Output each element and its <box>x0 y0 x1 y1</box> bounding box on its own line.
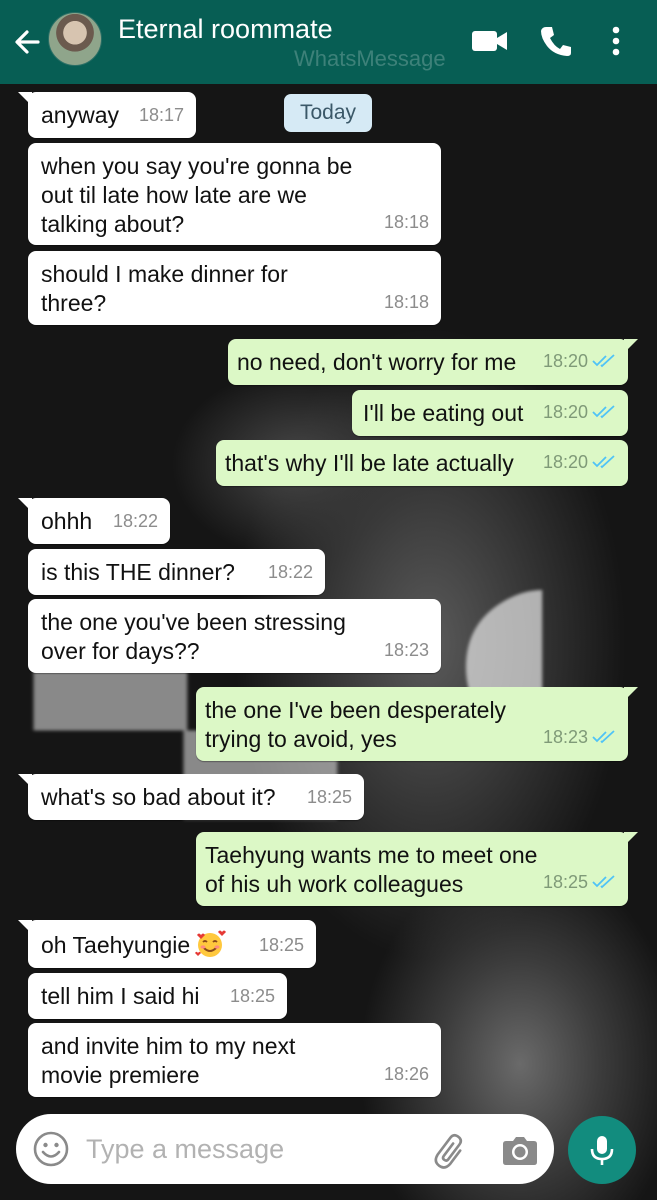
message-time: 18:22 <box>112 511 158 531</box>
message-time: 18:20 <box>542 402 588 423</box>
outgoing-message[interactable]: that's why I'll be late actually 18:20 <box>216 440 628 486</box>
read-ticks-icon <box>592 449 616 478</box>
message-meta: 18:20 <box>543 398 616 428</box>
phone-call-icon[interactable] <box>538 22 574 60</box>
message-text: and invite him to my next movie premiere <box>41 1033 296 1088</box>
date-separator: Today <box>284 94 372 132</box>
bubble-tail <box>18 498 32 512</box>
smiling-face-with-hearts-icon <box>194 929 227 959</box>
incoming-message[interactable]: what's so bad about it? 18:25 <box>18 774 364 820</box>
incoming-message[interactable]: oh Taehyungie 18:25 <box>18 920 316 968</box>
incoming-message[interactable]: tell him I said hi 18:25 <box>28 973 287 1019</box>
bubble-tail <box>18 920 32 934</box>
watermark: WhatsMessage <box>294 46 446 71</box>
outgoing-message[interactable]: I'll be eating out 18:20 <box>352 390 628 436</box>
message-text: the one you've been stressing over for d… <box>41 609 346 664</box>
message-meta: 18:20 <box>543 347 616 377</box>
message-time: 18:25 <box>306 787 352 807</box>
message-time: 18:23 <box>542 727 588 748</box>
message-time: 18:25 <box>542 872 588 893</box>
message-meta: 18:23 <box>543 723 616 753</box>
read-ticks-icon <box>592 348 616 377</box>
outgoing-message[interactable]: the one I've been desperately trying to … <box>196 687 638 761</box>
message-text: that's why I'll be late actually <box>225 450 514 476</box>
contact-avatar[interactable] <box>48 12 102 66</box>
message-time: 18:20 <box>542 351 588 372</box>
microphone-icon <box>590 1136 614 1165</box>
message-text: oh Taehyungie <box>41 932 191 958</box>
message-time: 18:25 <box>258 935 304 955</box>
message-text: Taehyung wants me to meet one of his uh … <box>205 842 538 897</box>
message-text: should I make dinner for three? <box>41 261 288 316</box>
message-text: when you say you're gonna be out til lat… <box>41 153 353 237</box>
message-time: 18:22 <box>267 562 313 582</box>
emoji-icon[interactable] <box>32 1130 70 1168</box>
message-time: 18:18 <box>383 292 429 312</box>
outgoing-message[interactable]: Taehyung wants me to meet one of his uh … <box>196 832 638 906</box>
read-ticks-icon <box>592 869 616 898</box>
message-time: 18:25 <box>229 986 275 1006</box>
incoming-message[interactable]: when you say you're gonna be out til lat… <box>28 143 441 245</box>
incoming-message[interactable]: the one you've been stressing over for d… <box>28 599 441 673</box>
message-time: 18:20 <box>542 452 588 473</box>
bubble-tail <box>624 832 638 846</box>
contact-name[interactable]: Eternal roommate <box>118 14 333 45</box>
more-options-icon[interactable] <box>604 22 628 60</box>
incoming-message[interactable]: anyway 18:17 <box>18 92 196 138</box>
bubble-tail <box>18 774 32 788</box>
message-meta: 18:20 <box>543 448 616 478</box>
message-time: 18:26 <box>383 1064 429 1084</box>
message-text: ohhh <box>41 508 93 534</box>
message-text: anyway <box>41 102 119 128</box>
message-text: what's so bad about it? <box>41 784 276 810</box>
incoming-message[interactable]: should I make dinner for three? 18:18 <box>28 251 441 325</box>
message-time: 18:17 <box>138 105 184 125</box>
bubble-tail <box>18 92 32 106</box>
outgoing-message[interactable]: no need, don't worry for me 18:20 <box>228 339 638 385</box>
read-ticks-icon <box>592 399 616 428</box>
message-time: 18:23 <box>383 640 429 660</box>
camera-icon[interactable] <box>500 1130 540 1170</box>
incoming-message[interactable]: ohhh 18:22 <box>18 498 170 544</box>
message-time: 18:18 <box>383 212 429 232</box>
video-call-icon[interactable] <box>470 22 510 60</box>
bubble-tail <box>624 687 638 701</box>
message-text: is this THE dinner? <box>41 559 235 585</box>
incoming-message[interactable]: and invite him to my next movie premiere… <box>28 1023 441 1097</box>
incoming-message[interactable]: is this THE dinner? 18:22 <box>28 549 325 595</box>
message-text: tell him I said hi <box>41 983 200 1009</box>
message-text: the one I've been desperately trying to … <box>205 697 507 752</box>
bubble-tail <box>624 339 638 353</box>
message-text: I'll be eating out <box>363 400 524 426</box>
message-input[interactable] <box>86 1126 406 1172</box>
chat-header: Eternal roommate WhatsMessage <box>0 0 657 84</box>
message-meta: 18:25 <box>543 868 616 898</box>
back-arrow-icon[interactable] <box>10 22 44 62</box>
message-text: no need, don't worry for me <box>237 349 517 375</box>
paperclip-icon[interactable] <box>430 1130 470 1170</box>
read-ticks-icon <box>592 724 616 753</box>
microphone-button[interactable] <box>568 1116 636 1184</box>
